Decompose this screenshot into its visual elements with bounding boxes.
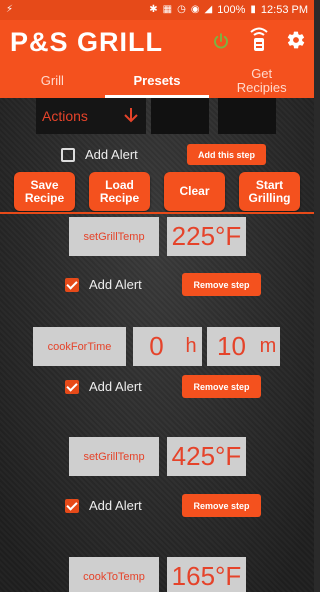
step-1-alert-label: Add Alert (89, 277, 142, 292)
status-bar: ⚡ ✱ ▦ ◷ ◉ ◢ 100% ▮ 12:53 PM (0, 0, 314, 20)
step-3-name: setGrillTemp (69, 437, 159, 476)
clear-button[interactable]: Clear (164, 172, 225, 211)
step-1-alert-row[interactable]: Add Alert (65, 277, 142, 292)
step-2-minutes-unit: m (256, 327, 280, 366)
step-1-value[interactable]: 225°F (167, 217, 246, 256)
save-recipe-button[interactable]: Save Recipe (14, 172, 75, 211)
start-grilling-button[interactable]: Start Grilling (239, 172, 300, 211)
actions-label: Actions (42, 108, 88, 124)
app-header: P&S GRILL Grill Presets Get Recipies (0, 20, 314, 98)
power-icon[interactable] (212, 32, 230, 50)
step-2-alert-checkbox[interactable] (65, 379, 79, 394)
save-recipe-label: Save Recipe (24, 177, 65, 205)
step-3-value[interactable]: 425°F (167, 437, 246, 476)
presets-panel: Actions Add Alert Add this step Save Rec… (0, 98, 314, 592)
load-recipe-label: Load Recipe (99, 177, 140, 205)
wifi-icon: ◉ (190, 4, 200, 15)
grill-connection-icon[interactable] (248, 25, 270, 55)
gear-icon[interactable] (286, 30, 306, 50)
step-2-hours[interactable]: 0 (133, 327, 180, 366)
param-box-2[interactable] (218, 98, 276, 134)
step-3-alert-checkbox[interactable] (65, 498, 79, 513)
step-3-remove-button[interactable]: Remove step (182, 494, 261, 517)
actions-dropdown[interactable]: Actions (36, 98, 146, 134)
tab-grill[interactable]: Grill (0, 64, 105, 98)
tab-bar: Grill Presets Get Recipies (0, 64, 314, 98)
add-alert-row[interactable]: Add Alert (61, 147, 138, 162)
tab-presets[interactable]: Presets (104, 64, 210, 98)
param-box-1[interactable] (151, 98, 209, 134)
step-2-alert-label: Add Alert (89, 379, 142, 394)
step-2-alert-row[interactable]: Add Alert (65, 379, 142, 394)
step-1-alert-checkbox[interactable] (65, 277, 79, 292)
step-2-minutes[interactable]: 10 (207, 327, 256, 366)
step-3-alert-label: Add Alert (89, 498, 142, 513)
add-alert-checkbox[interactable] (61, 147, 75, 162)
add-this-step-button[interactable]: Add this step (187, 144, 266, 165)
step-1-name: setGrillTemp (69, 217, 159, 256)
step-1-remove-button[interactable]: Remove step (182, 273, 261, 296)
clock: 12:53 PM (260, 4, 308, 16)
step-4-value[interactable]: 165°F (167, 557, 246, 592)
signal-icon: ◢ (204, 4, 213, 15)
step-2-name: cookForTime (33, 327, 126, 366)
app-title: P&S GRILL (10, 27, 164, 57)
step-3-alert-row[interactable]: Add Alert (65, 498, 142, 513)
bluetooth-icon: ✱ (149, 4, 158, 15)
tab-get-recipies-label: Get Recipies (236, 66, 287, 95)
step-2-hours-unit: h (180, 327, 202, 366)
battery-level: 100% (217, 4, 246, 16)
load-recipe-button[interactable]: Load Recipe (89, 172, 150, 211)
tab-get-recipies[interactable]: Get Recipies (209, 64, 314, 98)
usb-icon: ⚡ (6, 4, 14, 15)
start-grilling-label: Start Grilling (248, 177, 291, 205)
divider (0, 212, 314, 214)
battery-icon: ▮ (250, 4, 256, 15)
arrow-down-icon (124, 108, 138, 123)
step-4-name: cookToTemp (69, 557, 159, 592)
add-alert-label: Add Alert (85, 147, 138, 162)
step-2-remove-button[interactable]: Remove step (182, 375, 261, 398)
vibrate-icon: ▦ (162, 4, 173, 15)
alarm-icon: ◷ (177, 4, 186, 15)
